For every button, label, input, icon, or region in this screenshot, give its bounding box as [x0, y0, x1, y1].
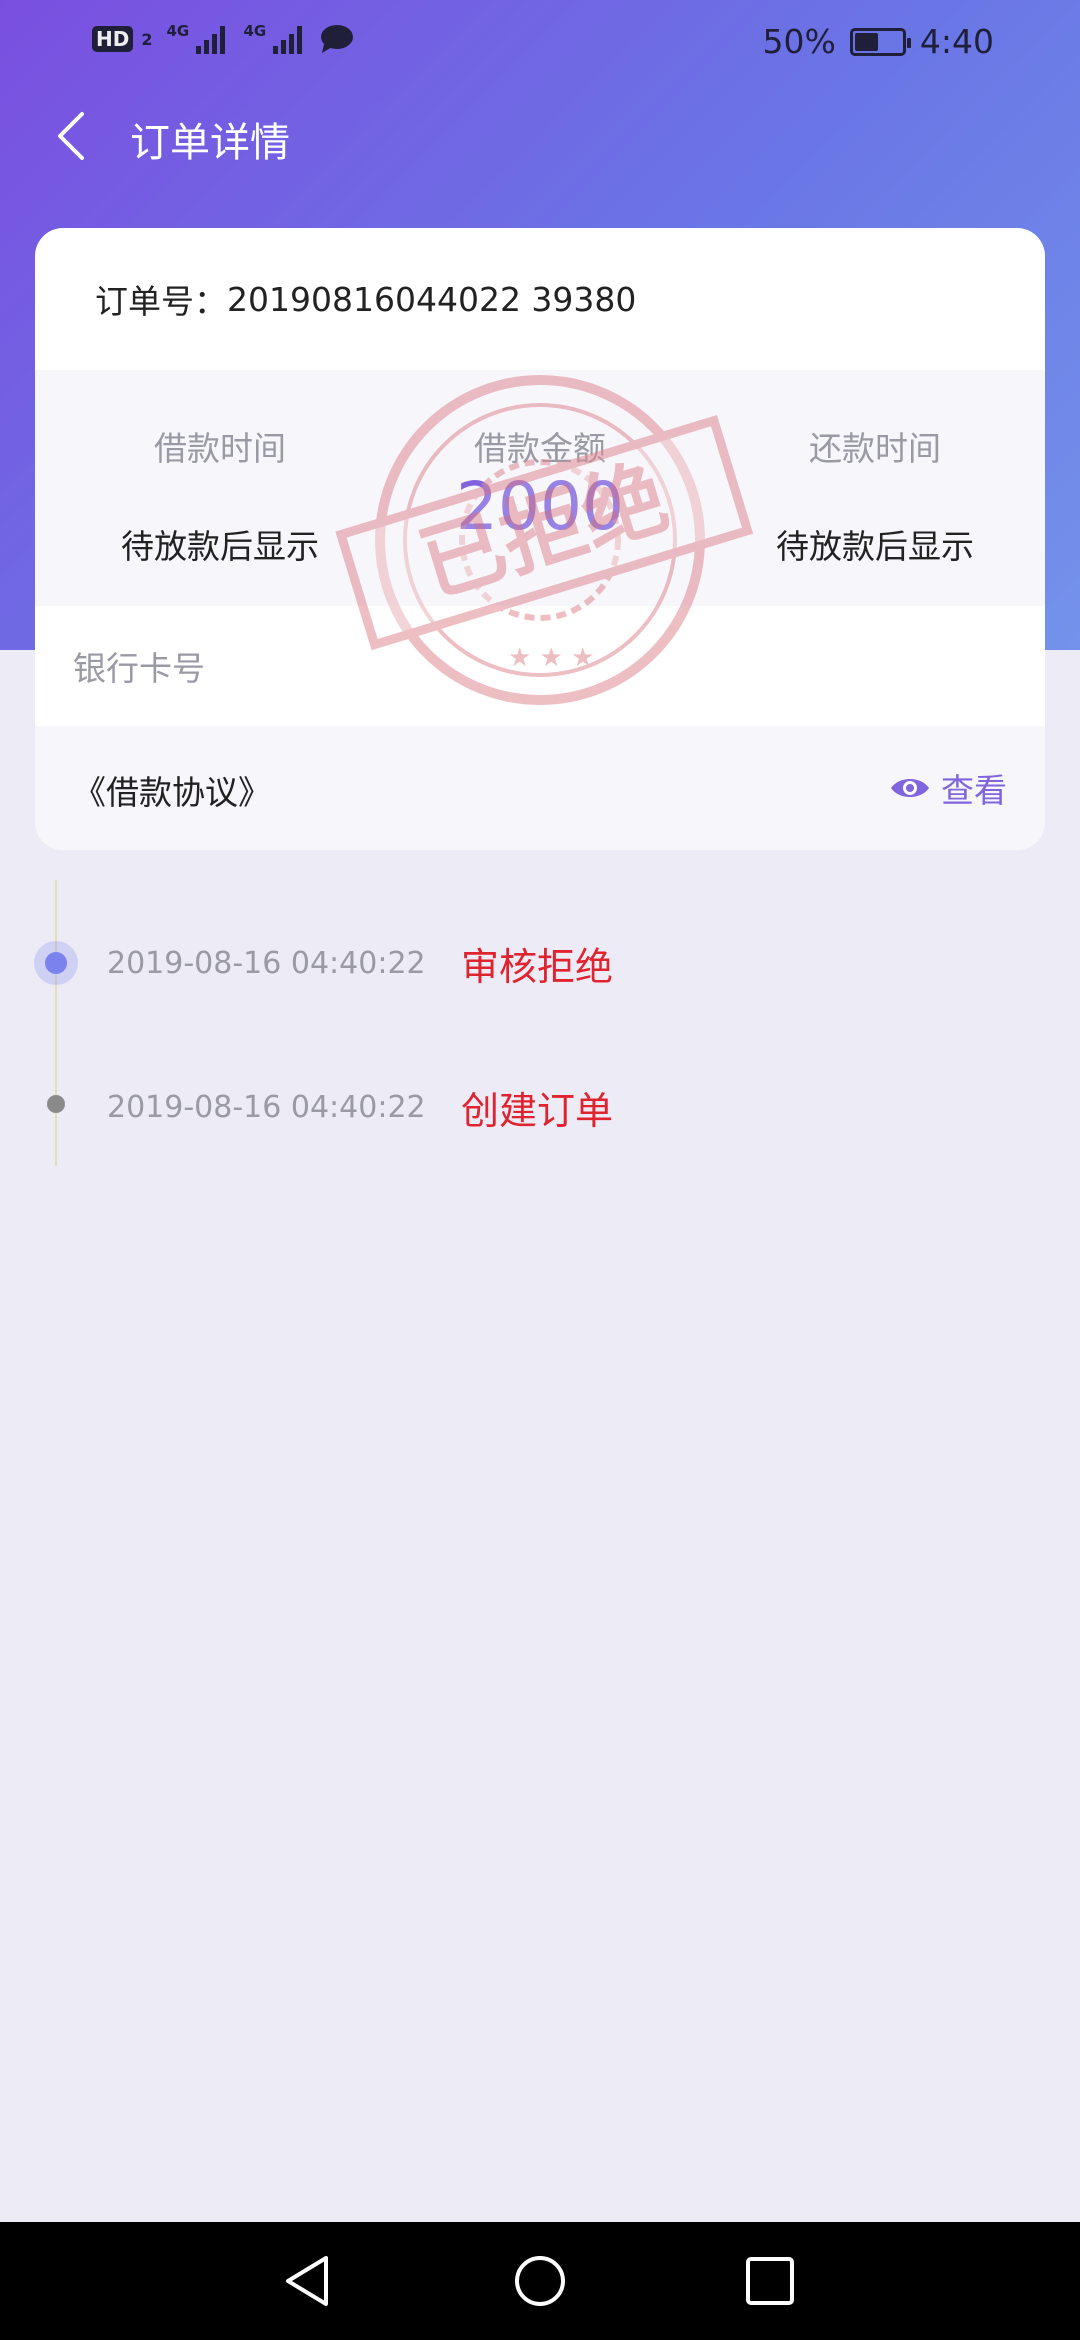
timeline-line [55, 880, 57, 1166]
hd-badge: HD [92, 26, 134, 52]
status-bar: HD 2 4G 4G 50% 4:40 [0, 0, 1080, 84]
network-type-2: 4G [243, 22, 267, 40]
view-label: 查看 [941, 771, 1007, 810]
view-agreement-button[interactable]: 查看 [889, 764, 1007, 812]
nav-back-icon[interactable] [274, 2246, 344, 2316]
loan-time-value: 待放款后显示 [121, 527, 319, 566]
eye-icon [891, 779, 929, 797]
page-title: 订单详情 [130, 120, 290, 166]
signal-icon: 4G [166, 22, 226, 54]
timeline-time: 2019-08-16 04:40:22 [107, 1090, 426, 1125]
timeline-dot [47, 1095, 65, 1113]
agreement-label: 《借款协议》 [73, 773, 271, 812]
timeline-time: 2019-08-16 04:40:22 [107, 946, 426, 981]
bank-card-row: 银行卡号 [35, 606, 1045, 726]
message-icon [321, 25, 354, 53]
timeline-status: 创建订单 [461, 1089, 614, 1133]
order-number-row: 订单号： 20190816044022 39380 [35, 228, 1045, 370]
timeline-item: 2019-08-16 04:40:22 审核拒绝 [107, 936, 613, 991]
status-icons-right: 50% 4:40 [763, 22, 994, 61]
loan-amount-value: 2000 [456, 468, 624, 545]
timeline-dot-active [34, 941, 78, 985]
battery-icon [849, 27, 911, 56]
nav-home-icon[interactable] [505, 2246, 575, 2316]
loan-info-row: 借款时间 待放款后显示 借款金额 2000 还款时间 待放款后显示 [35, 370, 1045, 606]
battery-percent: 50% [762, 22, 836, 61]
loan-amount-label: 借款金额 [474, 429, 606, 468]
order-number-value: 20190816044022 39380 [227, 279, 637, 319]
repay-time-value: 待放款后显示 [776, 527, 974, 566]
loan-time-label: 借款时间 [154, 429, 286, 468]
signal-icon: 4G [243, 22, 303, 54]
timeline-status: 审核拒绝 [461, 945, 614, 989]
clock: 4:40 [919, 22, 994, 61]
order-number-label: 订单号： [95, 282, 227, 321]
order-timeline: 2019-08-16 04:40:22 审核拒绝 2019-08-16 04:4… [0, 880, 1080, 1170]
timeline-item: 2019-08-16 04:40:22 创建订单 [107, 1080, 613, 1135]
back-arrow-icon[interactable] [44, 100, 104, 172]
bank-card-label: 银行卡号 [73, 649, 205, 688]
order-card: 订单号： 20190816044022 39380 借款时间 待放款后显示 借款… [35, 228, 1045, 850]
status-icons-left: HD 2 4G 4G [92, 22, 354, 54]
nav-recent-icon[interactable] [735, 2246, 805, 2316]
repay-time-label: 还款时间 [809, 429, 941, 468]
system-nav-bar [0, 2222, 1080, 2340]
network-type-1: 4G [166, 22, 190, 40]
agreement-row[interactable]: 《借款协议》 查看 [35, 726, 1045, 850]
sim-number: 2 [141, 29, 153, 49]
